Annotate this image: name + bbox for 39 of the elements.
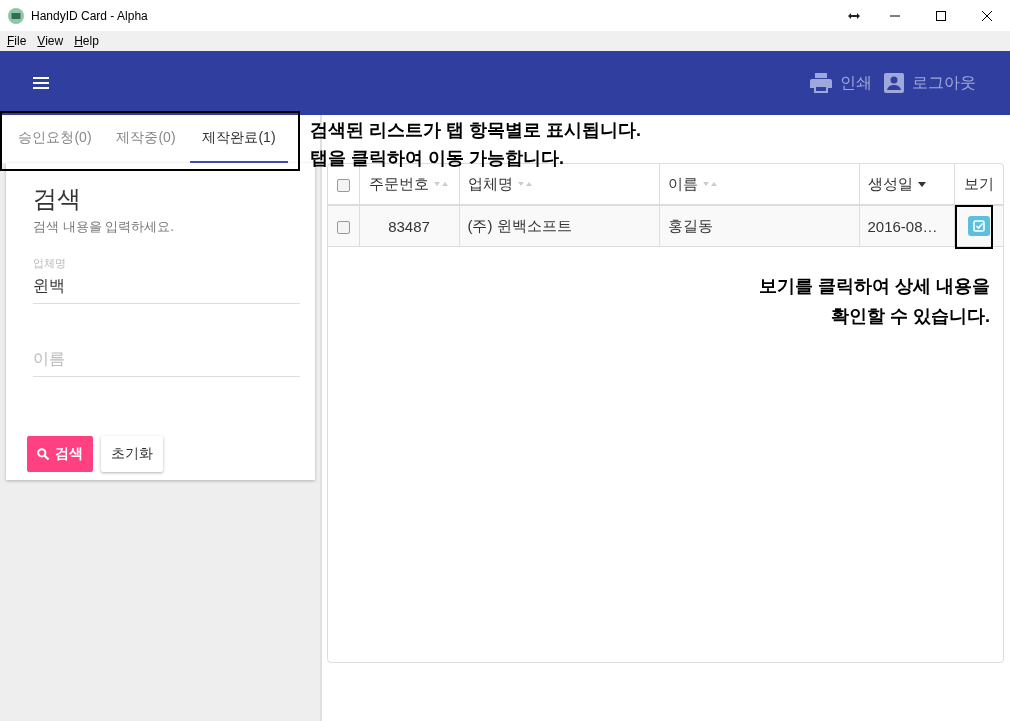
input-field[interactable]: 윈백 bbox=[33, 277, 300, 304]
tab[interactable]: 제작중(0) bbox=[106, 115, 186, 163]
table-cell: 2016-08… bbox=[867, 217, 938, 235]
window-title: HandyID Card - Alpha bbox=[31, 8, 148, 23]
checkbox[interactable] bbox=[336, 179, 350, 193]
column-header[interactable]: 생성일 bbox=[867, 174, 913, 194]
highlight-frame bbox=[955, 205, 993, 249]
reset-button[interactable]: 초기화 bbox=[101, 436, 163, 472]
column-header: 보기 bbox=[963, 174, 994, 192]
search-icon bbox=[37, 448, 49, 460]
input-field[interactable]: 이름 bbox=[33, 350, 300, 377]
resize-cursor-icon bbox=[848, 12, 860, 19]
menu-item[interactable]: View bbox=[37, 34, 64, 48]
view-button[interactable] bbox=[967, 216, 990, 236]
close-icon bbox=[982, 10, 992, 21]
card-title: 검색 bbox=[33, 184, 82, 214]
menu-icon[interactable] bbox=[33, 77, 49, 89]
account-box-icon bbox=[884, 73, 904, 93]
table-cell: 83487 bbox=[388, 217, 430, 235]
app-bar-action[interactable]: 인쇄 bbox=[810, 72, 872, 94]
menu-item[interactable]: File bbox=[7, 34, 27, 48]
sort-icon[interactable] bbox=[917, 181, 926, 187]
field-label: 업체명 bbox=[33, 256, 66, 271]
printer-icon bbox=[810, 73, 832, 93]
menu-item[interactable]: Help bbox=[74, 34, 99, 48]
column-header[interactable]: 업체명 bbox=[467, 174, 513, 194]
table-cell: (주) 윈백소프트 bbox=[467, 216, 572, 234]
callout-text: 검색된 리스트가 탭 항목별로 표시됩니다. 탭을 클릭하여 이동 가능합니다. bbox=[310, 119, 641, 170]
checkbox[interactable] bbox=[336, 221, 350, 235]
callout-text: 보기를 클릭하여 상세 내용을 확인할 수 있습니다. bbox=[759, 275, 990, 328]
checkbox-icon bbox=[972, 220, 985, 232]
maximize-icon bbox=[936, 10, 946, 21]
app-icon bbox=[8, 7, 24, 24]
card-subtitle: 검색 내용을 입력하세요. bbox=[33, 218, 175, 236]
column-header[interactable]: 주문번호 bbox=[368, 174, 429, 194]
tab[interactable]: 승인요청(0) bbox=[8, 115, 102, 163]
app-bar-action[interactable]: 로그아웃 bbox=[884, 72, 976, 94]
table-cell: 홍길동 bbox=[667, 216, 713, 234]
column-header[interactable]: 이름 bbox=[667, 174, 698, 194]
